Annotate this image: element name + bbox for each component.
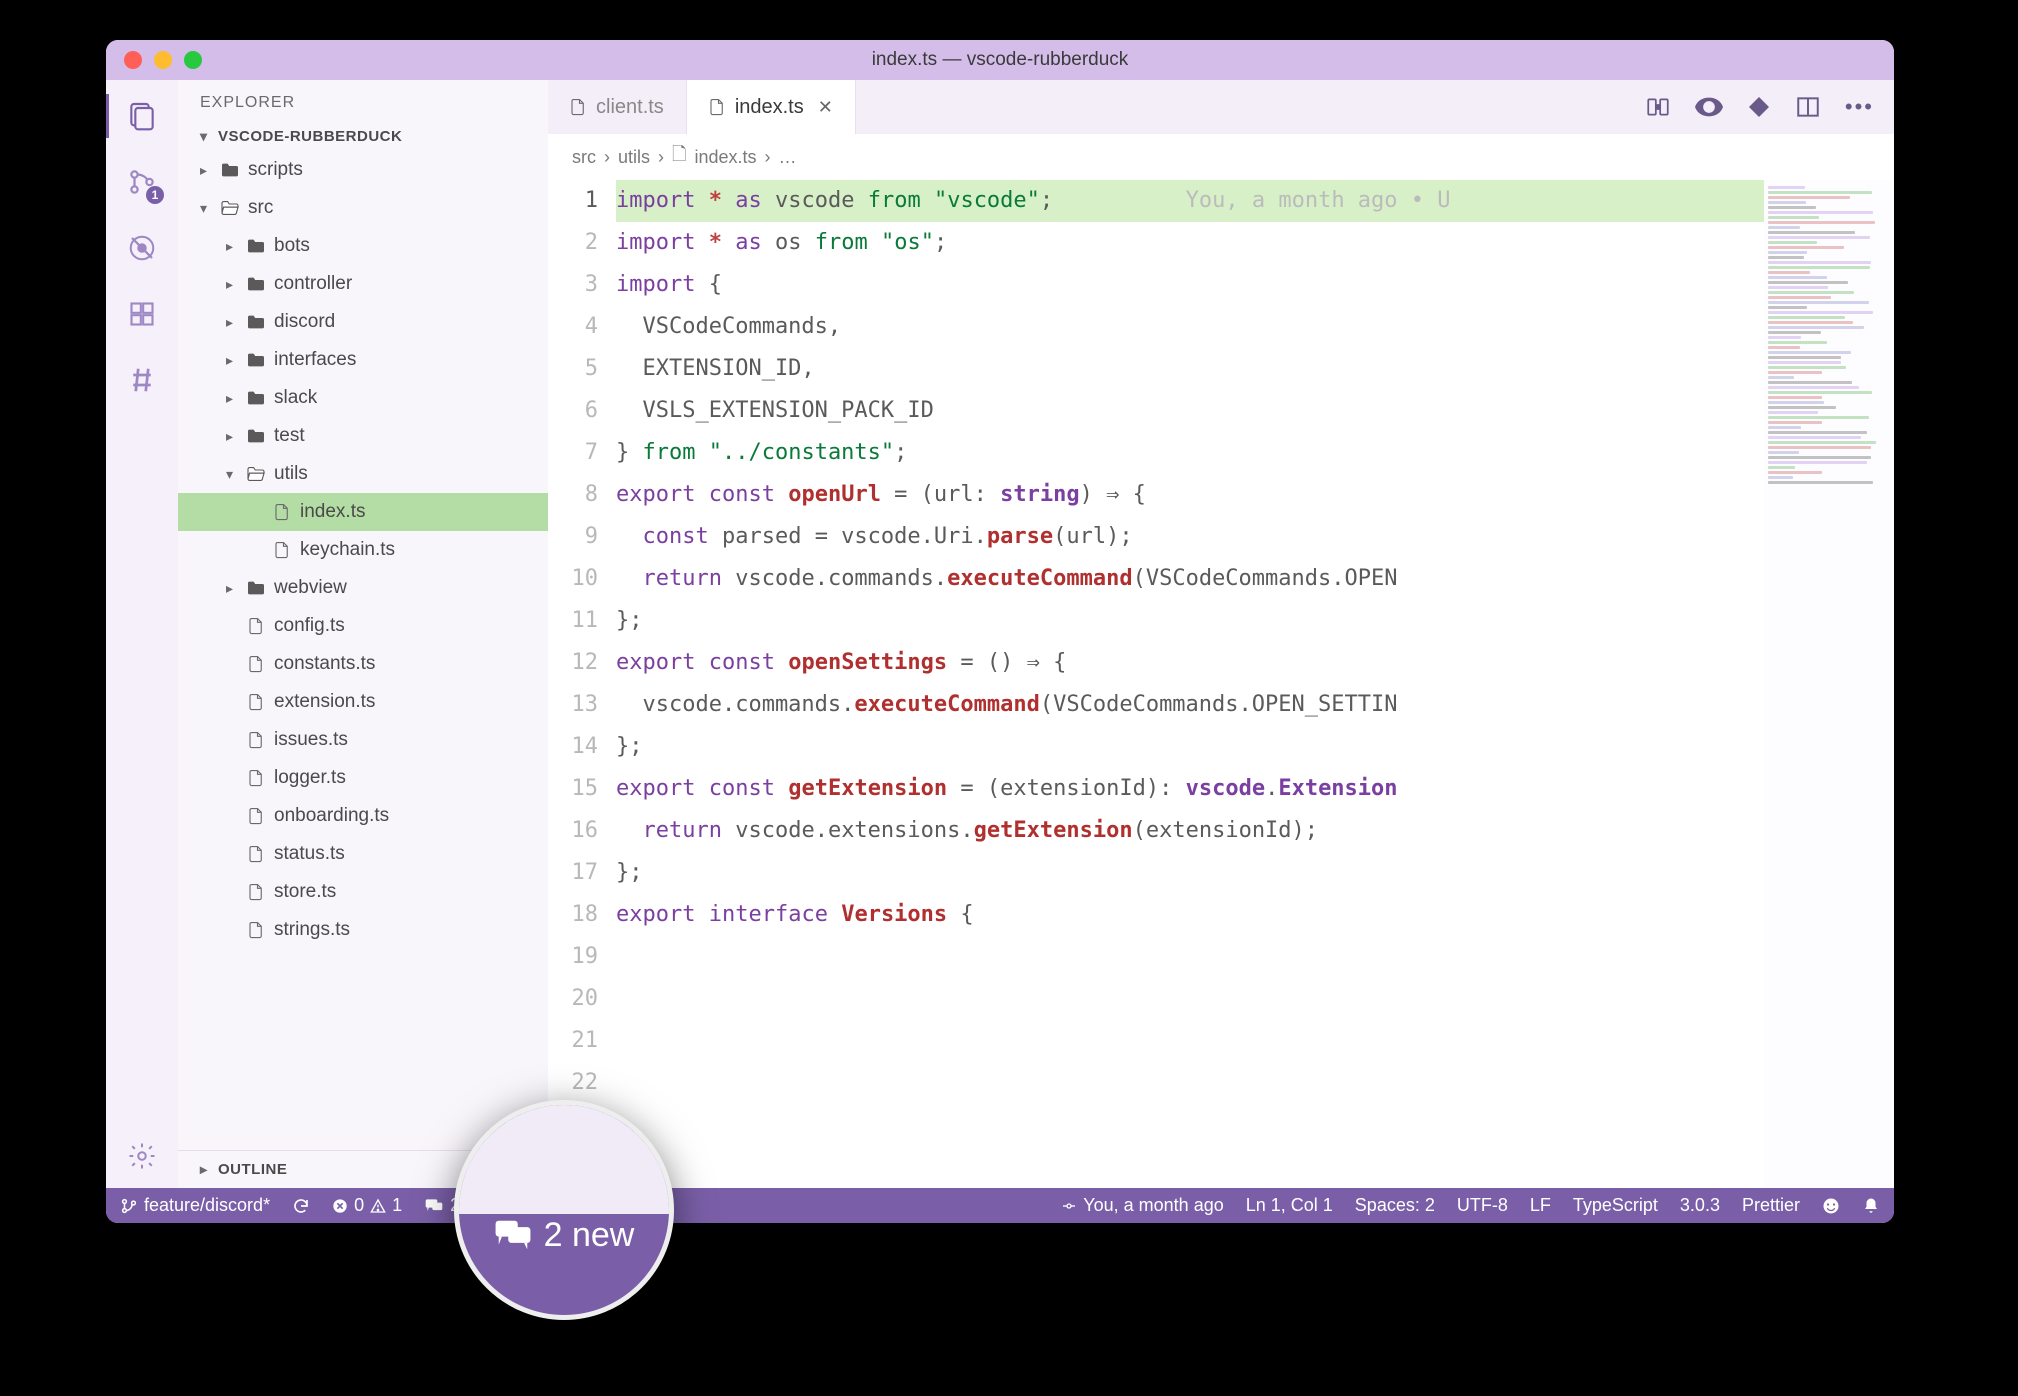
sidebar-header: EXPLORER (178, 80, 548, 122)
vscode-window: index.ts — vscode-rubberduck 1 (106, 40, 1894, 1223)
scm-badge: 1 (146, 186, 164, 204)
chevron-right-icon: ▸ (200, 1161, 212, 1178)
tree-item-keychain-ts[interactable]: keychain.ts (178, 531, 548, 569)
split-editor-icon[interactable] (1795, 94, 1821, 120)
tree-item-onboarding-ts[interactable]: onboarding.ts (178, 797, 548, 835)
section-label: VSCODE-RUBBERDUCK (218, 128, 402, 145)
tree-item-strings-ts[interactable]: strings.ts (178, 911, 548, 949)
tree-item-interfaces[interactable]: ▸interfaces (178, 341, 548, 379)
zoom-callout: 2 new (454, 1100, 674, 1320)
tree-item-constants-ts[interactable]: constants.ts (178, 645, 548, 683)
file-tree: ▸scripts▾src▸bots▸controller▸discord▸int… (178, 151, 548, 1150)
file-icon: 🗋 (672, 142, 686, 172)
tree-item-test[interactable]: ▸test (178, 417, 548, 455)
activity-bar: 1 (106, 80, 178, 1188)
line-gutter: 12345678910111213141516171819202122 (548, 180, 616, 1188)
debug-icon[interactable] (124, 230, 160, 266)
tree-item-status-ts[interactable]: status.ts (178, 835, 548, 873)
editor-actions: ••• (1645, 80, 1894, 134)
eye-icon[interactable] (1695, 97, 1723, 117)
tree-item-logger-ts[interactable]: logger.ts (178, 759, 548, 797)
tree-item-discord[interactable]: ▸discord (178, 303, 548, 341)
sidebar-section-header[interactable]: ▾ VSCODE-RUBBERDUCK (178, 122, 548, 151)
minimize-window-button[interactable] (154, 51, 172, 69)
tree-item-index-ts[interactable]: index.ts (178, 493, 548, 531)
tree-item-store-ts[interactable]: store.ts (178, 873, 548, 911)
close-window-button[interactable] (124, 51, 142, 69)
tree-item-webview[interactable]: ▸webview (178, 569, 548, 607)
compare-icon[interactable] (1645, 94, 1671, 120)
diamond-icon[interactable] (1747, 95, 1771, 119)
prettier-status[interactable]: Prettier (1742, 1195, 1800, 1216)
bell-icon[interactable] (1862, 1197, 1880, 1215)
maximize-window-button[interactable] (184, 51, 202, 69)
language-status[interactable]: TypeScript (1573, 1195, 1658, 1216)
breadcrumb-seg[interactable]: utils (618, 147, 650, 168)
code-lines[interactable]: import * as vscode from "vscode"; You, a… (616, 180, 1764, 1188)
feedback-icon[interactable] (1822, 1197, 1840, 1215)
close-tab-icon[interactable]: ✕ (818, 97, 833, 118)
window-title: index.ts — vscode-rubberduck (872, 49, 1129, 71)
warning-count: 1 (392, 1195, 402, 1216)
workbench-body: 1 EXPLORER ▾ VSCODE-RUBBERDUCK ▸scripts▾… (106, 80, 1894, 1188)
encoding-status[interactable]: UTF-8 (1457, 1195, 1508, 1216)
hash-icon[interactable] (124, 362, 160, 398)
error-count: 0 (354, 1195, 364, 1216)
git-blame-status[interactable]: You, a month ago (1061, 1195, 1223, 1216)
eol-status[interactable]: LF (1530, 1195, 1551, 1216)
extensions-icon[interactable] (124, 296, 160, 332)
tab-client-ts[interactable]: client.ts (548, 80, 687, 134)
tree-item-scripts[interactable]: ▸scripts (178, 151, 548, 189)
blame-text: You, a month ago (1083, 1195, 1223, 1216)
code-editor[interactable]: 12345678910111213141516171819202122 impo… (548, 180, 1894, 1188)
sync-status[interactable] (292, 1197, 310, 1215)
breadcrumb[interactable]: src › utils › 🗋 index.ts › … (548, 134, 1894, 180)
ts-version[interactable]: 3.0.3 (1680, 1195, 1720, 1216)
tree-item-issues-ts[interactable]: issues.ts (178, 721, 548, 759)
chevron-down-icon: ▾ (200, 128, 212, 145)
tab-bar: client.tsindex.ts✕ ••• (548, 80, 1894, 134)
breadcrumb-seg[interactable]: … (779, 147, 797, 168)
branch-name: feature/discord* (144, 1195, 270, 1216)
explorer-icon[interactable] (124, 98, 160, 134)
tree-item-bots[interactable]: ▸bots (178, 227, 548, 265)
tab-index-ts[interactable]: index.ts✕ (687, 80, 856, 134)
status-bar: feature/discord* 0 1 2 new You, a month … (106, 1188, 1894, 1223)
minimap[interactable] (1764, 180, 1894, 1188)
explorer-sidebar: EXPLORER ▾ VSCODE-RUBBERDUCK ▸scripts▾sr… (178, 80, 548, 1188)
tree-item-src[interactable]: ▾src (178, 189, 548, 227)
git-branch-status[interactable]: feature/discord* (120, 1195, 270, 1216)
outline-label: OUTLINE (218, 1161, 287, 1178)
chat-icon (494, 1219, 532, 1251)
editor-group: client.tsindex.ts✕ ••• src › utils › 🗋 i… (548, 80, 1894, 1188)
tree-item-utils[interactable]: ▾utils (178, 455, 548, 493)
tree-item-extension-ts[interactable]: extension.ts (178, 683, 548, 721)
source-control-icon[interactable]: 1 (124, 164, 160, 200)
settings-gear-icon[interactable] (124, 1138, 160, 1174)
tree-item-controller[interactable]: ▸controller (178, 265, 548, 303)
titlebar: index.ts — vscode-rubberduck (106, 40, 1894, 80)
tree-item-config-ts[interactable]: config.ts (178, 607, 548, 645)
tree-item-slack[interactable]: ▸slack (178, 379, 548, 417)
traffic-lights (124, 51, 202, 69)
more-icon[interactable]: ••• (1845, 94, 1874, 120)
indentation-status[interactable]: Spaces: 2 (1355, 1195, 1435, 1216)
breadcrumb-seg[interactable]: index.ts (695, 147, 757, 168)
breadcrumb-seg[interactable]: src (572, 147, 596, 168)
zoom-text: 2 new (544, 1216, 635, 1255)
cursor-position[interactable]: Ln 1, Col 1 (1246, 1195, 1333, 1216)
problems-status[interactable]: 0 1 (332, 1195, 402, 1216)
